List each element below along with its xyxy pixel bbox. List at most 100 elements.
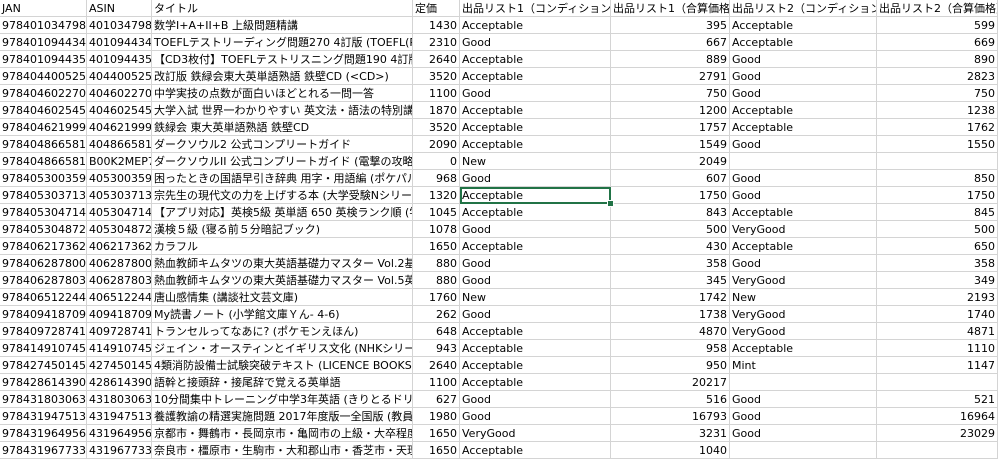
cell-listing2-condition[interactable]: Good [730, 255, 877, 272]
cell-listing2-price[interactable]: 358 [877, 255, 998, 272]
cell-asin[interactable]: 404602545X [87, 102, 152, 119]
cell-jan[interactable]: 9784094187090 [0, 306, 87, 323]
cell-listing2-price[interactable]: 500 [877, 221, 998, 238]
cell-listing1-condition[interactable]: Acceptable [460, 323, 611, 340]
cell-listing1-condition[interactable]: Acceptable [460, 374, 611, 391]
cell-listing1-condition[interactable]: Good [460, 34, 611, 51]
cell-title[interactable]: カラフル [152, 238, 413, 255]
cell-title[interactable]: トランセルってなあに? (ポケモンえほん) [152, 323, 413, 340]
fill-handle[interactable] [607, 200, 614, 207]
cell-listing1-condition[interactable]: New [460, 153, 611, 170]
cell-asin[interactable]: 4053003598 [87, 170, 152, 187]
cell-jan[interactable]: 9784048665810 [0, 136, 87, 153]
cell-listing1-price[interactable]: 20217 [611, 374, 730, 391]
cell-listing2-condition[interactable]: VeryGood [730, 323, 877, 340]
cell-listing1-price[interactable]: 1040 [611, 442, 730, 459]
cell-listing1-condition[interactable]: Good [460, 391, 611, 408]
cell-jan[interactable]: 9784053048721 [0, 221, 87, 238]
cell-listing2-condition[interactable]: New [730, 289, 877, 306]
cell-listing2-price[interactable] [877, 374, 998, 391]
cell-title[interactable]: 4類消防設備士試験突破テキスト (LICENCE BOOKS) [152, 357, 413, 374]
cell-jan[interactable]: 9784010944349 [0, 34, 87, 51]
cell-listing2-price[interactable]: 850 [877, 170, 998, 187]
cell-title[interactable]: 漢検５級 (寝る前５分暗記ブック) [152, 221, 413, 238]
cell-listing1-price[interactable]: 950 [611, 357, 730, 374]
cell-jan[interactable]: 9784097287414 [0, 323, 87, 340]
cell-listing1-condition[interactable]: Acceptable [460, 442, 611, 459]
cell-jan[interactable]: 9784319649563 [0, 425, 87, 442]
cell-listing1-price[interactable]: 395 [611, 17, 730, 34]
cell-list-price[interactable]: 2640 [413, 357, 460, 374]
cell-asin[interactable]: 4319475135 [87, 408, 152, 425]
cell-listing1-price[interactable]: 667 [611, 34, 730, 51]
cell-listing2-condition[interactable]: Good [730, 170, 877, 187]
cell-listing2-price[interactable] [877, 153, 998, 170]
cell-list-price[interactable]: 2640 [413, 51, 460, 68]
cell-list-price[interactable]: 627 [413, 391, 460, 408]
column-header-asin[interactable]: ASIN [87, 0, 152, 17]
column-header-jan[interactable]: JAN [0, 0, 87, 17]
cell-title[interactable]: 奈良市・橿原市・生駒市・大和郡山市・香芝市・天理市の上級 [152, 442, 413, 459]
cell-listing1-price[interactable]: 3231 [611, 425, 730, 442]
cell-listing1-price[interactable]: 1738 [611, 306, 730, 323]
cell-listing2-condition[interactable]: Acceptable [730, 204, 877, 221]
cell-asin[interactable]: 4097287419 [87, 323, 152, 340]
cell-title[interactable]: 【CD3枚付】TOEFLテストリスニング問題190 4訂版 (TOEFL( [152, 51, 413, 68]
cell-title[interactable]: 数学I+A+II+B 上級問題精講 [152, 17, 413, 34]
cell-jan[interactable]: 9784053003591 [0, 170, 87, 187]
cell-asin[interactable]: 4062878003 [87, 255, 152, 272]
cell-listing1-price[interactable]: 958 [611, 340, 730, 357]
cell-jan[interactable]: 9784274501456 [0, 357, 87, 374]
cell-listing2-price[interactable]: 16964 [877, 408, 998, 425]
cell-listing2-condition[interactable]: Acceptable [730, 102, 877, 119]
column-header-title[interactable]: タイトル [152, 0, 413, 17]
cell-listing1-condition[interactable]: Acceptable [460, 68, 611, 85]
cell-listing2-price[interactable]: 2193 [877, 289, 998, 306]
cell-listing1-condition[interactable]: Acceptable [460, 204, 611, 221]
cell-listing1-price[interactable]: 1549 [611, 136, 730, 153]
cell-jan[interactable]: 9784062173629 [0, 238, 87, 255]
cell-asin[interactable]: 4010347988 [87, 17, 152, 34]
cell-listing2-price[interactable]: 1550 [877, 136, 998, 153]
column-header-listing2-condition[interactable]: 出品リスト2（コンディション） [730, 0, 877, 17]
cell-listing1-price[interactable]: 16793 [611, 408, 730, 425]
cell-title[interactable]: My読書ノート (小学館文庫Ｙん- 4-6) [152, 306, 413, 323]
cell-listing2-price[interactable]: 599 [877, 17, 998, 34]
cell-title[interactable]: 改訂版 鉄緑会東大英単語熟語 鉄壁CD (<CD>) [152, 68, 413, 85]
cell-list-price[interactable]: 1100 [413, 374, 460, 391]
cell-asin[interactable]: 4319677333 [87, 442, 152, 459]
cell-list-price[interactable]: 880 [413, 255, 460, 272]
cell-title[interactable]: 唐山感情集 (講談社文芸文庫) [152, 289, 413, 306]
cell-listing1-price[interactable]: 889 [611, 51, 730, 68]
cell-list-price[interactable]: 1870 [413, 102, 460, 119]
cell-listing2-condition[interactable]: Good [730, 187, 877, 204]
cell-listing1-price[interactable]: 1200 [611, 102, 730, 119]
cell-list-price[interactable]: 880 [413, 272, 460, 289]
cell-listing2-price[interactable]: 890 [877, 51, 998, 68]
cell-listing2-condition[interactable]: Acceptable [730, 238, 877, 255]
cell-jan[interactable]: 9784010347980 [0, 17, 87, 34]
cell-asin[interactable]: B00K2MEP7A [87, 153, 152, 170]
cell-listing1-price[interactable]: 500 [611, 221, 730, 238]
cell-listing2-condition[interactable]: Good [730, 85, 877, 102]
cell-listing1-price[interactable]: 2049 [611, 153, 730, 170]
cell-listing2-price[interactable]: 650 [877, 238, 998, 255]
cell-listing1-price[interactable]: 750 [611, 85, 730, 102]
cell-listing1-price[interactable]: 516 [611, 391, 730, 408]
cell-listing2-condition[interactable]: Good [730, 391, 877, 408]
cell-jan[interactable]: 9784065122440 [0, 289, 87, 306]
cell-listing2-price[interactable]: 521 [877, 391, 998, 408]
cell-listing1-price[interactable]: 1742 [611, 289, 730, 306]
cell-listing2-price[interactable]: 349 [877, 272, 998, 289]
column-header-list-price[interactable]: 定価 [413, 0, 460, 17]
cell-asin[interactable]: 4318030636 [87, 391, 152, 408]
cell-title[interactable]: ダークソウル2 公式コンプリートガイド [152, 136, 413, 153]
cell-listing2-price[interactable]: 4871 [877, 323, 998, 340]
cell-jan[interactable]: 9784318030638 [0, 391, 87, 408]
cell-asin[interactable]: 4053047145 [87, 204, 152, 221]
cell-listing2-condition[interactable]: Acceptable [730, 340, 877, 357]
cell-title[interactable]: ジェイン・オースティンとイギリス文化 (NHKシリーズ NHKカ [152, 340, 413, 357]
cell-listing1-price[interactable]: 358 [611, 255, 730, 272]
cell-listing1-condition[interactable]: Acceptable [460, 136, 611, 153]
cell-listing2-condition[interactable]: Good [730, 425, 877, 442]
